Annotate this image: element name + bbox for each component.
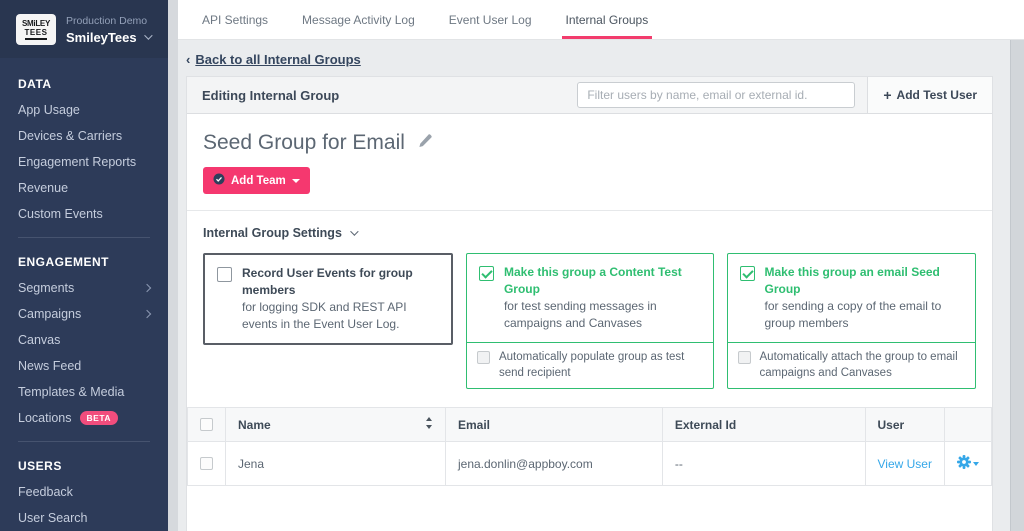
back-to-internal-groups-link[interactable]: Back to all Internal Groups — [195, 52, 360, 67]
divider — [18, 441, 150, 442]
row-actions-menu[interactable] — [957, 455, 979, 472]
email-seed-group-box: Make this group an email Seed Group for … — [727, 253, 977, 389]
record-user-events-title: Record User Events for group members — [242, 265, 439, 299]
column-header-email: Email — [445, 408, 662, 442]
app-logo-text-top: SMiLEY — [22, 19, 50, 28]
email-seed-group-title: Make this group an email Seed Group — [765, 264, 964, 298]
divider — [18, 237, 150, 238]
content-test-group-checkbox[interactable] — [479, 266, 494, 281]
top-tabbar: API Settings Message Activity Log Event … — [178, 0, 1024, 40]
column-header-name: Name — [238, 418, 271, 432]
sidebar-item-templates-media[interactable]: Templates & Media — [0, 379, 168, 405]
gear-icon — [957, 455, 971, 472]
group-title: Seed Group for Email — [203, 131, 405, 155]
table-header-row: Name Email External Id User — [188, 408, 992, 442]
nav-section-users: USERS — [0, 446, 168, 479]
tab-api-settings[interactable]: API Settings — [202, 0, 268, 39]
sidebar-item-custom-events[interactable]: Custom Events — [0, 201, 168, 227]
internal-group-settings-toggle[interactable]: Internal Group Settings — [187, 211, 992, 251]
auto-populate-label: Automatically populate group as test sen… — [499, 350, 703, 381]
sidebar-item-devices-carriers[interactable]: Devices & Carriers — [0, 123, 168, 149]
sidebar-item-campaigns[interactable]: Campaigns — [0, 301, 168, 327]
main-area: API Settings Message Activity Log Event … — [178, 0, 1024, 531]
chevron-right-icon — [143, 284, 151, 292]
auto-attach-label: Automatically attach the group to email … — [760, 350, 966, 381]
record-user-events-box: Record User Events for group members for… — [203, 253, 453, 345]
team-icon — [213, 173, 225, 188]
sidebar-item-revenue[interactable]: Revenue — [0, 175, 168, 201]
tab-internal-groups[interactable]: Internal Groups — [566, 0, 649, 39]
nav-section-data: DATA — [0, 64, 168, 97]
workspace-switcher[interactable]: SMiLEY TEES Production Demo SmileyTees — [0, 0, 168, 58]
column-header-user: User — [865, 408, 944, 442]
sidebar-item-feedback[interactable]: Feedback — [0, 479, 168, 505]
tab-event-user-log[interactable]: Event User Log — [449, 0, 532, 39]
page-content: ‹ Back to all Internal Groups Editing In… — [178, 40, 1010, 531]
sidebar-gutter — [168, 0, 178, 531]
group-members-table: Name Email External Id User — [187, 407, 992, 486]
add-test-user-button[interactable]: + Add Test User — [867, 77, 992, 113]
sidebar-item-engagement-reports[interactable]: Engagement Reports — [0, 149, 168, 175]
sidebar-item-canvas[interactable]: Canvas — [0, 327, 168, 353]
email-seed-group-desc: for sending a copy of the email to group… — [765, 298, 964, 333]
chevron-down-icon — [350, 227, 358, 235]
sidebar-item-user-search[interactable]: User Search — [0, 505, 168, 531]
sidebar-nav: DATA App Usage Devices & Carriers Engage… — [0, 58, 168, 531]
cell-name: Jena — [226, 442, 446, 486]
record-user-events-checkbox[interactable] — [217, 267, 232, 282]
sidebar-item-app-usage[interactable]: App Usage — [0, 97, 168, 123]
vertical-scrollbar[interactable] — [1010, 40, 1024, 531]
environment-label: Production Demo — [66, 15, 150, 27]
nav-section-engagement: ENGAGEMENT — [0, 242, 168, 275]
email-seed-group-checkbox[interactable] — [740, 266, 755, 281]
row-checkbox[interactable] — [200, 457, 213, 470]
caret-down-icon — [973, 462, 979, 466]
content-test-group-title: Make this group a Content Test Group — [504, 264, 701, 298]
chevron-right-icon — [143, 310, 151, 318]
beta-badge: BETA — [80, 411, 119, 425]
cell-external-id: -- — [662, 442, 865, 486]
panel-header: Editing Internal Group + Add Test User — [187, 77, 992, 114]
table-row: Jena jena.donlin@appboy.com -- View User — [188, 442, 992, 486]
edit-pencil-icon[interactable] — [417, 133, 433, 154]
panel-title: Editing Internal Group — [187, 88, 577, 103]
editing-panel: Editing Internal Group + Add Test User S… — [186, 76, 993, 531]
select-all-checkbox[interactable] — [200, 418, 213, 431]
column-header-actions — [944, 408, 991, 442]
filter-users-input[interactable] — [577, 82, 855, 108]
content-test-group-desc: for test sending messages in campaigns a… — [504, 298, 701, 333]
caret-down-icon — [292, 179, 300, 183]
auto-attach-checkbox[interactable] — [738, 351, 751, 364]
sidebar-item-news-feed[interactable]: News Feed — [0, 353, 168, 379]
column-header-external-id: External Id — [662, 408, 865, 442]
chevron-down-icon — [144, 31, 152, 39]
sidebar: SMiLEY TEES Production Demo SmileyTees D… — [0, 0, 168, 531]
view-user-link[interactable]: View User — [878, 457, 932, 471]
sidebar-item-locations[interactable]: Locations BETA — [0, 405, 168, 431]
content-test-group-box: Make this group a Content Test Group for… — [466, 253, 714, 389]
cell-email: jena.donlin@appboy.com — [445, 442, 662, 486]
app-logo-text-bottom: TEES — [25, 28, 48, 40]
sort-icon[interactable] — [425, 417, 433, 432]
record-user-events-desc: for logging SDK and REST API events in t… — [242, 299, 439, 334]
back-chevron-icon: ‹ — [186, 52, 190, 67]
sidebar-item-segments[interactable]: Segments — [0, 275, 168, 301]
auto-populate-checkbox[interactable] — [477, 351, 490, 364]
workspace-name[interactable]: SmileyTees — [66, 30, 150, 45]
add-team-button[interactable]: Add Team — [203, 167, 310, 194]
tab-message-activity-log[interactable]: Message Activity Log — [302, 0, 415, 39]
app-logo: SMiLEY TEES — [16, 14, 56, 45]
plus-icon: + — [883, 87, 891, 103]
